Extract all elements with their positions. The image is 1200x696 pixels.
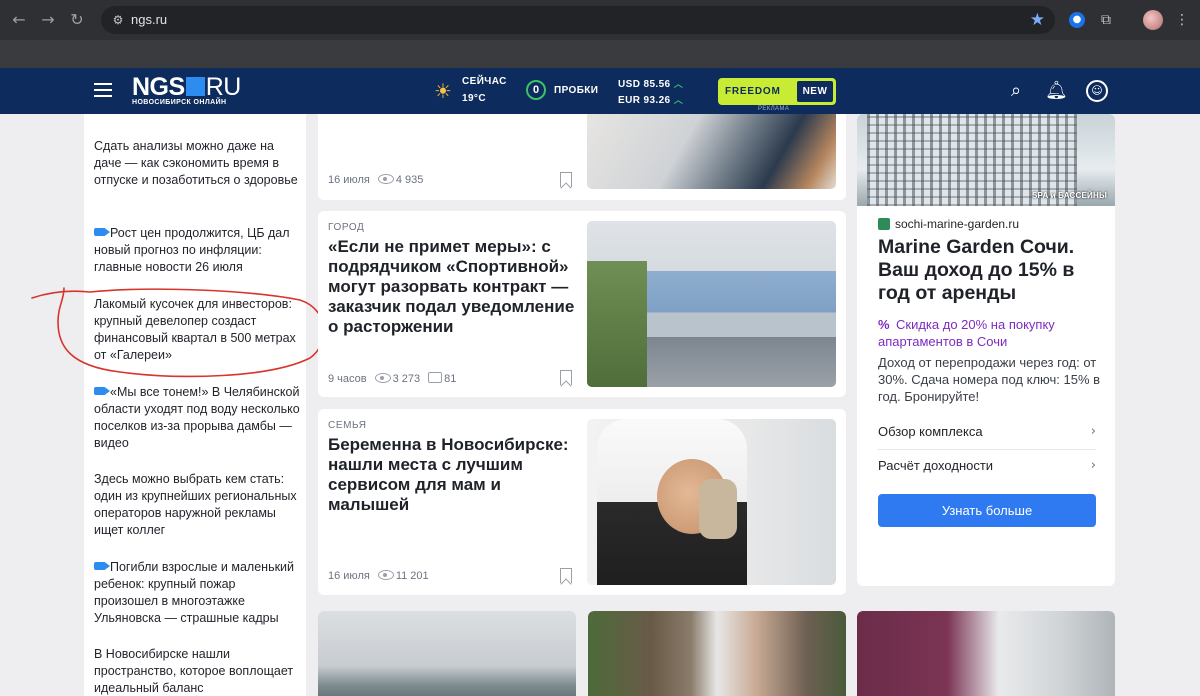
browser-menu-icon[interactable]: ⋮ <box>1171 9 1193 31</box>
news-card[interactable]: СЕМЬЯ Беременна в Новосибирске: нашли ме… <box>318 409 846 595</box>
site-header: NGS RU НОВОСИБИРСК ОНЛАЙН ☀ СЕЙЧАС 19°C 0… <box>0 68 1200 114</box>
ad-source[interactable]: sochi-marine-garden.ru <box>878 217 1019 231</box>
card-views: 4 935 <box>395 174 424 186</box>
feed-item[interactable]: Сдать анализы можно даже на даче — как с… <box>94 138 300 189</box>
feed-item[interactable]: Рост цен продолжится, ЦБ дал новый прогн… <box>94 225 300 276</box>
eye-icon <box>377 174 394 184</box>
feed-item[interactable]: В Новосибирске нашли пространство, котор… <box>94 646 300 696</box>
image-teddy <box>699 479 737 539</box>
bookmark-star-icon[interactable]: ★ <box>1030 10 1045 30</box>
menu-icon[interactable] <box>94 83 112 97</box>
comment-icon <box>428 372 443 383</box>
news-card[interactable] <box>318 611 576 696</box>
promo-brand: FREEDOM <box>725 86 781 97</box>
ad-headline[interactable]: Marine Garden Сочи. Ваш доход до 15% в г… <box>878 236 1108 305</box>
reload-icon[interactable]: ↻ <box>66 9 88 31</box>
card-meta: 16 июля 4 935 <box>328 174 423 186</box>
news-card[interactable]: ГОРОД «Если не примет меры»: с подрядчик… <box>318 211 846 397</box>
browser-toolbar: ← → ↻ ⚙ ngs.ru ★ ● ⧉ ⋮ <box>0 0 1200 40</box>
traffic-label: ПРОБКИ <box>554 85 599 96</box>
news-card[interactable] <box>588 611 846 696</box>
eye-icon <box>374 373 391 383</box>
eur-rate: EUR 93.26 <box>618 95 671 106</box>
currency-widget[interactable]: USD 85.56 ︿ EUR 93.26 ︿ <box>618 77 683 109</box>
ad-hero-image[interactable]: SPA и БАССЕЙНЫ <box>857 114 1115 206</box>
feed-item[interactable]: Здесь можно выбрать кем стать: один из к… <box>94 471 300 539</box>
card-comments: 81 <box>444 373 457 385</box>
card-image[interactable] <box>857 611 1115 696</box>
user-icon[interactable]: ☺ <box>1086 80 1108 102</box>
forward-icon[interactable]: → <box>37 9 59 31</box>
ad-link-overview[interactable]: Обзор комплекса › <box>878 415 1096 449</box>
card-image[interactable] <box>587 419 836 585</box>
bookmark-icon[interactable] <box>560 172 572 187</box>
card-title[interactable]: «Если не примет меры»: с подрядчиком «Сп… <box>328 237 580 337</box>
news-card[interactable] <box>857 611 1115 696</box>
weather-label: СЕЙЧАС <box>462 76 507 87</box>
ad-hero-tag: SPA и БАССЕЙНЫ <box>1032 191 1107 200</box>
ad-description: Доход от перепродажи через год: от 30%. … <box>878 355 1101 404</box>
back-icon[interactable]: ← <box>8 9 30 31</box>
extension-icon[interactable]: ● <box>1069 12 1085 28</box>
promo-caption: РЕКЛАМА <box>758 106 790 112</box>
bookmark-icon[interactable] <box>560 568 572 583</box>
arrow-up-icon: ︿ <box>673 96 684 106</box>
card-image[interactable] <box>318 611 576 696</box>
ad-link-profit[interactable]: Расчёт доходности › <box>878 449 1096 483</box>
logo-square-icon <box>185 77 205 96</box>
percent-icon: % <box>878 317 890 332</box>
ad-discount[interactable]: % Скидка до 20% на покупку апартаментов в… <box>878 316 1108 350</box>
chevron-right-icon: › <box>1090 424 1096 439</box>
site-info-icon[interactable]: ⚙ <box>109 11 127 29</box>
profile-avatar[interactable] <box>1143 10 1163 30</box>
video-icon <box>94 387 110 395</box>
feed-item[interactable]: «Мы все тонем!» В Челябинской области ух… <box>94 384 300 452</box>
card-image[interactable] <box>587 221 836 387</box>
ad-cta-button[interactable]: Узнать больше <box>878 494 1096 527</box>
logo-subtitle: НОВОСИБИРСК ОНЛАЙН <box>132 99 227 106</box>
card-views: 11 201 <box>395 570 429 582</box>
feed-item[interactable]: Погибли взрослые и маленький ребенок: кр… <box>94 559 300 627</box>
bell-icon[interactable]: 🔔︎ <box>1045 80 1068 102</box>
browser-chrome: ← → ↻ ⚙ ngs.ru ★ ● ⧉ ⋮ <box>0 0 1200 68</box>
promo-banner[interactable]: FREEDOM NEW <box>718 78 836 105</box>
eye-icon <box>377 570 394 580</box>
usd-rate: USD 85.56 <box>618 79 671 90</box>
arrow-up-icon: ︿ <box>673 80 684 90</box>
video-icon <box>94 228 110 236</box>
address-bar[interactable]: ⚙ ngs.ru ★ <box>101 6 1055 34</box>
chevron-right-icon: › <box>1090 458 1096 473</box>
extensions-puzzle-icon[interactable]: ⧉ <box>1095 9 1117 31</box>
site-logo[interactable]: NGS RU НОВОСИБИРСК ОНЛАЙН <box>132 74 241 106</box>
image-trees <box>587 261 647 387</box>
card-date: 16 июля <box>328 174 370 186</box>
card-meta: 16 июля 11 201 <box>328 570 429 582</box>
card-views: 3 273 <box>392 373 421 385</box>
card-rubric[interactable]: ГОРОД <box>328 222 364 233</box>
bookmark-icon[interactable] <box>560 370 572 385</box>
page-content: Сдать анализы можно даже на даче — как с… <box>0 114 1200 696</box>
ad-block[interactable]: SPA и БАССЕЙНЫ sochi-marine-garden.ru Ma… <box>857 114 1115 586</box>
video-icon <box>94 562 110 570</box>
search-icon[interactable]: ⌕ <box>1005 80 1027 102</box>
address-url[interactable]: ngs.ru <box>131 12 167 27</box>
card-rubric[interactable]: СЕМЬЯ <box>328 420 367 431</box>
card-date: 16 июля <box>328 570 370 582</box>
feed-item[interactable]: Лакомый кусочек для инвесторов: крупный … <box>94 296 300 364</box>
weather-value: 19°C <box>462 93 486 104</box>
card-image[interactable] <box>587 114 836 189</box>
traffic-score: 0 <box>526 80 546 100</box>
news-card[interactable]: 16 июля 4 935 <box>318 114 846 200</box>
card-image[interactable] <box>588 611 846 696</box>
news-feed: Сдать анализы можно даже на даче — как с… <box>84 114 306 696</box>
card-title[interactable]: Беременна в Новосибирске: нашли места с … <box>328 435 580 515</box>
sun-icon: ☀ <box>434 79 452 103</box>
card-date: 9 часов <box>328 373 367 385</box>
promo-new: NEW <box>797 81 833 102</box>
card-meta: 9 часов 3 273 81 <box>328 372 456 385</box>
